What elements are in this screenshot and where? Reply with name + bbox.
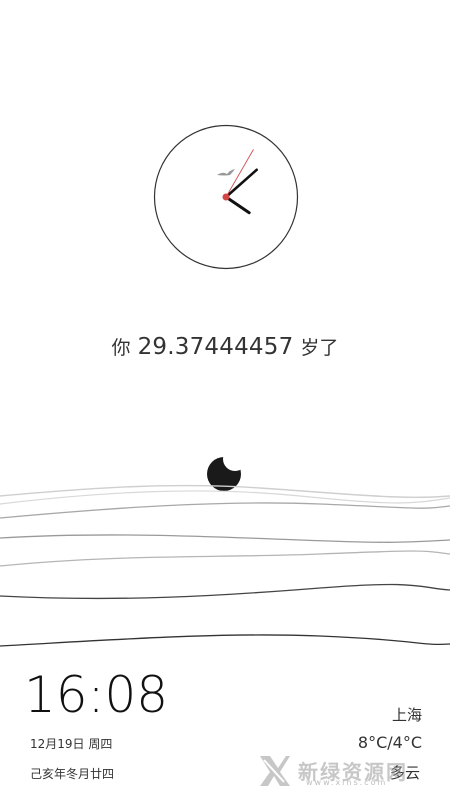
clock-center — [222, 193, 230, 201]
age-prefix: 你 — [111, 337, 131, 359]
wave-decoration — [0, 484, 450, 647]
analog-clock — [153, 124, 299, 270]
age-suffix: 岁了 — [300, 337, 339, 359]
digital-time: 16:08 — [24, 666, 169, 724]
age-counter: 你 29.37444457 岁了 — [0, 333, 450, 360]
date-label: 12月19日 周四 — [30, 737, 113, 751]
watermark-logo-icon — [260, 756, 290, 786]
watermark-url: www.xlhs.com — [306, 778, 388, 787]
watermark: 新绿资源网 www.xlhs.com — [256, 750, 431, 790]
weather-city: 上海 — [391, 706, 422, 724]
hour-hand — [224, 195, 251, 215]
lunar-date-label: 己亥年冬月廿四 — [30, 767, 115, 781]
age-value: 29.37444457 — [137, 334, 294, 360]
bird-icon — [217, 169, 235, 176]
